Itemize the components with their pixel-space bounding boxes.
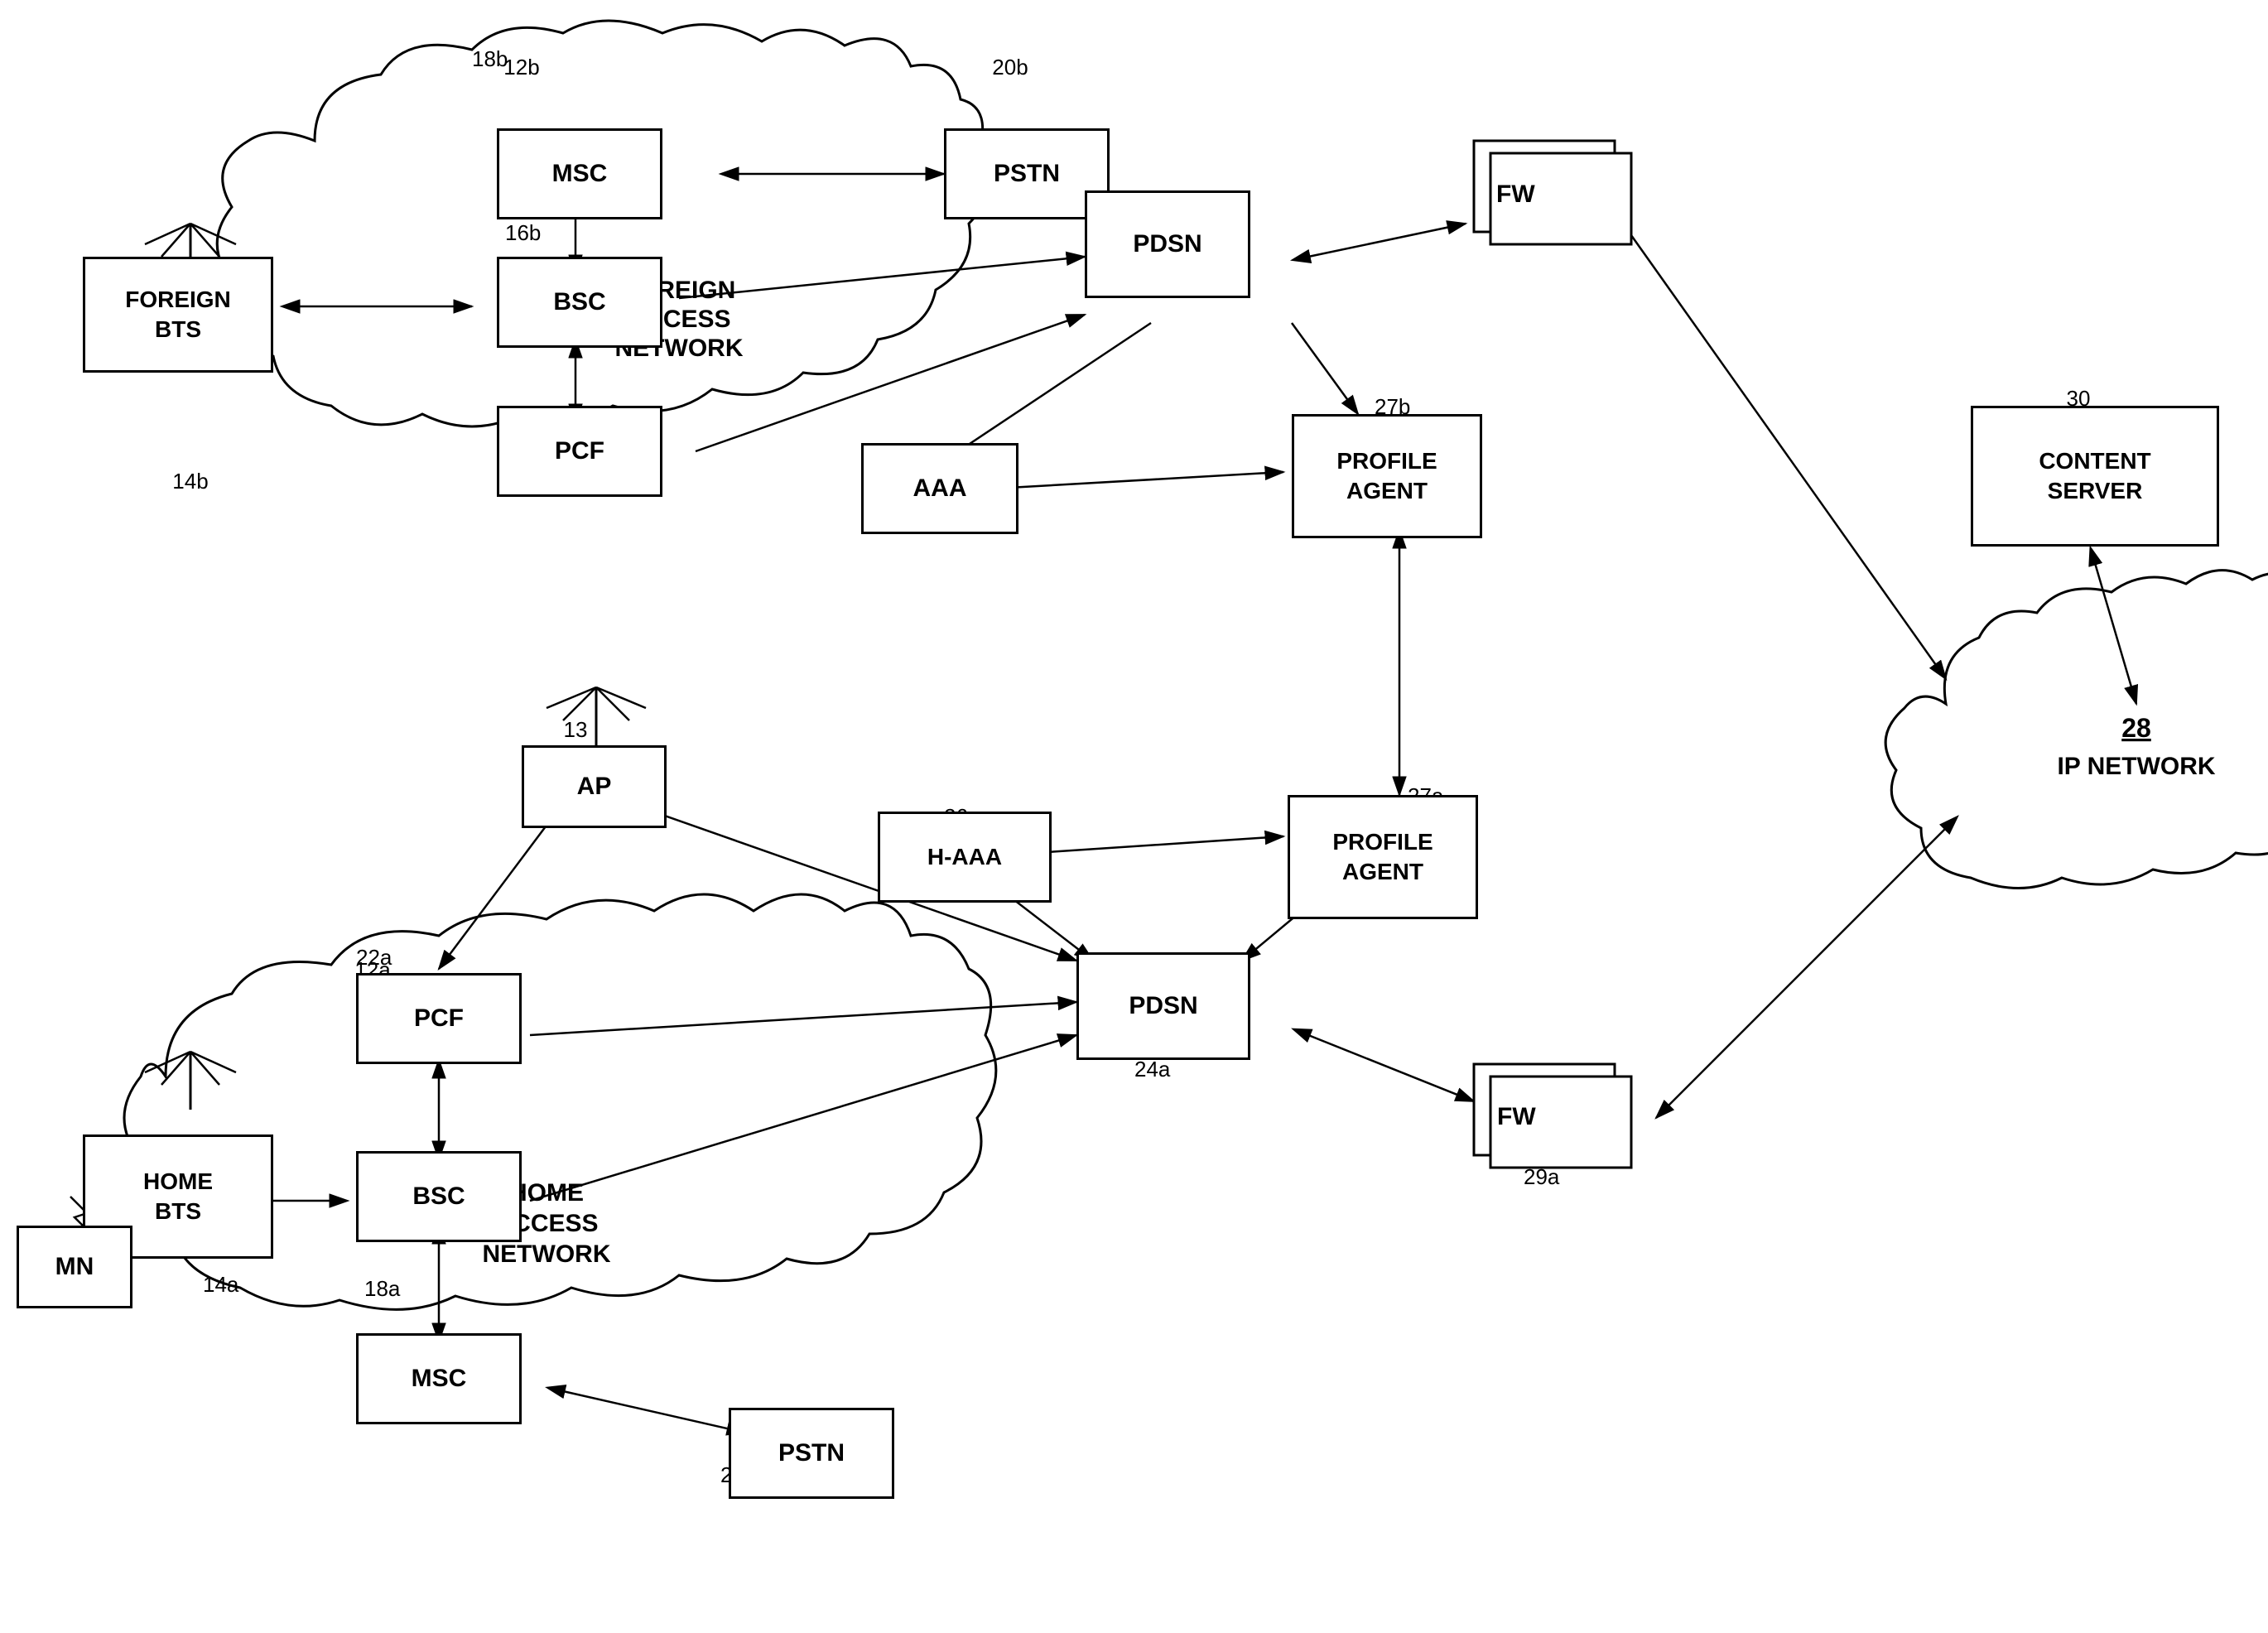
pcf-b-label: PCF xyxy=(555,436,604,466)
fw-a-label: FW xyxy=(1497,1103,1536,1131)
bsc-a-box: BSC xyxy=(356,1151,522,1242)
profile-agent-b-box: PROFILEAGENT xyxy=(1292,414,1482,538)
ap-label: AP xyxy=(577,772,612,802)
pdsn-a-label: PDSN xyxy=(1129,991,1197,1021)
bsc-b-box: BSC xyxy=(497,257,662,348)
bsc-a-label: BSC xyxy=(412,1182,465,1212)
ref-24a-label: 24a xyxy=(1134,1057,1171,1081)
ref-13: 13 xyxy=(564,717,588,742)
pcf-b-box: PCF xyxy=(497,406,662,497)
pstn-b-label: PSTN xyxy=(994,159,1060,189)
pcf-a-box: PCF xyxy=(356,973,522,1064)
ref-22a-label: 22a xyxy=(356,945,392,970)
fw-b-label: FW xyxy=(1496,181,1535,209)
ref-16b-label: 16b xyxy=(505,220,541,245)
msc-b-box: MSC xyxy=(497,128,662,219)
ref-18a-label: 18a xyxy=(364,1276,401,1301)
aaa-b-label: AAA xyxy=(913,474,967,503)
ref-18b-label: 18b xyxy=(472,46,508,71)
ref-20b: 20b xyxy=(992,55,1028,79)
msc-a-box: MSC xyxy=(356,1333,522,1424)
pstn-a-box: PSTN xyxy=(729,1408,894,1499)
ref-14a-label: 14a xyxy=(203,1272,239,1297)
pdsn-b-label: PDSN xyxy=(1133,229,1201,259)
content-server-label: CONTENTSERVER xyxy=(2039,446,2150,507)
pdsn-b-box: PDSN xyxy=(1085,190,1250,298)
pstn-a-label: PSTN xyxy=(778,1438,845,1468)
aaa-b-box: AAA xyxy=(861,443,1018,534)
mn-box: MN xyxy=(17,1226,132,1308)
profile-agent-b-label: PROFILEAGENT xyxy=(1336,446,1437,507)
profile-agent-a-box: PROFILEAGENT xyxy=(1288,795,1478,919)
profile-agent-a-label: PROFILEAGENT xyxy=(1332,827,1433,888)
haaa-box: H-AAA xyxy=(878,812,1052,903)
home-network-label3: NETWORK xyxy=(483,1240,611,1268)
bsc-b-label: BSC xyxy=(553,287,605,317)
content-server-box: CONTENTSERVER xyxy=(1971,406,2219,547)
pcf-a-label: PCF xyxy=(414,1004,464,1033)
foreign-bts-label: FOREIGNBTS xyxy=(125,285,231,345)
ap-box: AP xyxy=(522,745,667,828)
mn-label: MN xyxy=(55,1252,94,1282)
ref-14b: 14b xyxy=(172,469,208,494)
ip-network-label: IP NETWORK xyxy=(2057,753,2215,780)
msc-b-label: MSC xyxy=(552,159,608,189)
ref-12b: 12b xyxy=(503,55,539,79)
pdsn-a-box: PDSN xyxy=(1076,952,1250,1060)
msc-a-label: MSC xyxy=(412,1364,467,1394)
ip-network-ref: 28 xyxy=(2121,713,2151,743)
home-bts-label: HOMEBTS xyxy=(143,1167,213,1227)
foreign-bts-box: FOREIGNBTS xyxy=(83,257,273,373)
haaa-label: H-AAA xyxy=(927,843,1002,871)
